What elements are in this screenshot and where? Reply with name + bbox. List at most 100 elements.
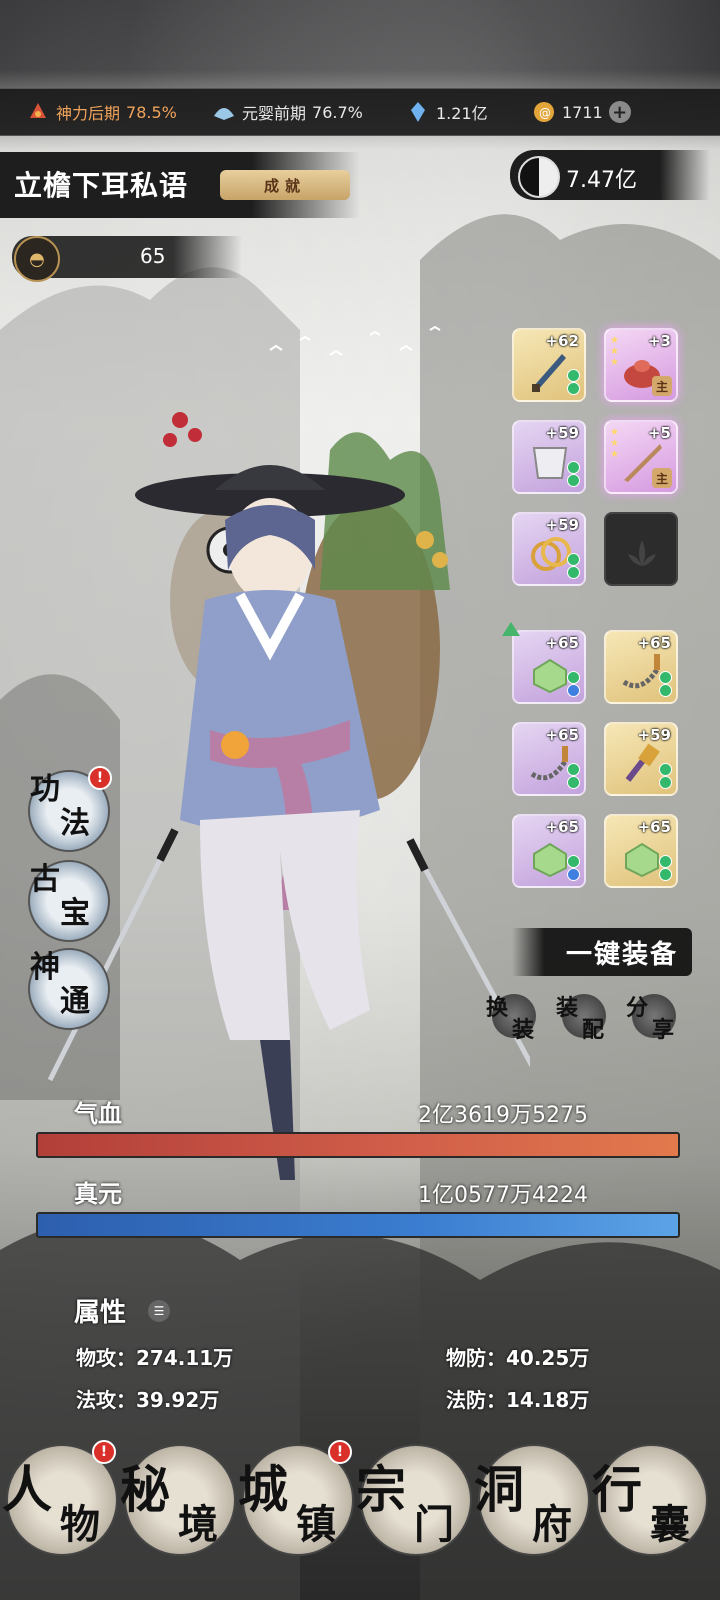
cultivation-realm-body[interactable]: 神力后期 78.5% bbox=[26, 99, 177, 125]
yinyang-icon bbox=[518, 156, 560, 198]
equipment-slot-flute[interactable]: +5 ★ ★ ★ 主 bbox=[604, 420, 678, 494]
attributes-detail-icon[interactable]: ☰ bbox=[148, 1300, 170, 1322]
nav-character[interactable]: 人 物 ! bbox=[2, 1440, 118, 1556]
equipment-slot-chain-whip[interactable]: +65 bbox=[604, 630, 678, 704]
equipment-slot-jade-seal[interactable]: +65 bbox=[512, 630, 586, 704]
combat-power-value: 7.47亿 bbox=[566, 168, 637, 193]
enhance-level: +65 bbox=[545, 634, 579, 652]
star-icon: ★ bbox=[610, 357, 619, 368]
skill-button-divine-arts[interactable]: 神 通 bbox=[28, 948, 110, 1030]
enhance-level: +59 bbox=[637, 726, 671, 744]
cultivation-value: 76.7% bbox=[312, 102, 363, 122]
equip-all-button[interactable]: 一键装备 bbox=[512, 928, 692, 976]
equipment-slot-chain-whip[interactable]: +65 bbox=[512, 722, 586, 796]
skill-char-2: 通 bbox=[60, 984, 90, 1019]
action-char-1: 装 bbox=[556, 995, 579, 1021]
nav-char-2: 境 bbox=[178, 1501, 218, 1548]
nav-char-1: 行 bbox=[592, 1460, 642, 1519]
nav-char-2: 府 bbox=[532, 1501, 572, 1548]
gem-icon bbox=[567, 671, 580, 684]
equipment-slot-jade-seal[interactable]: +65 bbox=[512, 814, 586, 888]
gem-icon bbox=[659, 671, 672, 684]
gem-icon bbox=[567, 474, 580, 487]
swap-gear-button[interactable]: 换 装 bbox=[486, 990, 546, 1043]
skill-char-2: 宝 bbox=[60, 896, 90, 931]
enhance-level: +65 bbox=[637, 634, 671, 652]
gem-icon bbox=[659, 684, 672, 697]
cultivation-realm-spirit[interactable]: 元婴前期 76.7% bbox=[212, 99, 363, 125]
enhance-level: +3 bbox=[647, 332, 671, 350]
star-icon: ★ bbox=[610, 438, 619, 449]
achievement-button[interactable]: 成就 bbox=[220, 170, 350, 200]
enhance-level: +65 bbox=[545, 818, 579, 836]
equipment-slot-armor[interactable]: +59 bbox=[512, 420, 586, 494]
mag-atk: 法攻：39.92万 bbox=[76, 1388, 220, 1412]
enhance-level: +65 bbox=[545, 726, 579, 744]
skill-char-1: 功 bbox=[30, 772, 60, 807]
lotus-slot-icon bbox=[618, 530, 666, 578]
nav-cave-dwelling[interactable]: 洞 府 bbox=[474, 1444, 590, 1556]
fan-icon bbox=[212, 100, 236, 124]
gem-icon bbox=[567, 855, 580, 868]
gem-icon bbox=[567, 461, 580, 474]
svg-text:@: @ bbox=[539, 106, 551, 120]
equipment-slot-lotus-slot[interactable] bbox=[604, 512, 678, 586]
nav-char-2: 囊 bbox=[650, 1501, 690, 1548]
enhance-level: +65 bbox=[637, 818, 671, 836]
bottom-navigation: 人 物 ! 秘 境 城 镇 ! 宗 门 洞 府 行 囊 bbox=[0, 1430, 720, 1600]
enhance-level: +5 bbox=[647, 424, 671, 442]
gem-icon bbox=[567, 868, 580, 881]
gem-icon bbox=[659, 855, 672, 868]
nav-sect[interactable]: 宗 门 bbox=[356, 1444, 472, 1556]
skill-button-treasures[interactable]: 古 宝 bbox=[28, 860, 110, 942]
star-icon: ★ bbox=[610, 427, 619, 438]
loadout-button[interactable]: 装 配 bbox=[556, 990, 616, 1043]
nav-town[interactable]: 城 镇 ! bbox=[238, 1440, 354, 1556]
gem-icon bbox=[659, 763, 672, 776]
player-name-bar: 立檐下耳私语 成就 bbox=[0, 152, 360, 218]
cultivation-label: 元婴前期 bbox=[242, 104, 307, 123]
gem-icon bbox=[567, 684, 580, 697]
notification-badge: ! bbox=[328, 1440, 352, 1464]
birds-decoration bbox=[269, 325, 441, 356]
equipment-slot-mace[interactable]: +59 bbox=[604, 722, 678, 796]
nav-char-2: 门 bbox=[414, 1501, 454, 1548]
nav-char-1: 人 bbox=[2, 1460, 52, 1519]
add-currency-button[interactable]: + bbox=[608, 101, 631, 123]
nav-secret-realm[interactable]: 秘 境 bbox=[120, 1444, 236, 1556]
flame-icon bbox=[26, 100, 50, 124]
skill-char-1: 古 bbox=[30, 862, 60, 897]
share-button[interactable]: 分 享 bbox=[626, 990, 686, 1043]
upgrade-arrow-icon bbox=[502, 622, 520, 636]
currency-counter[interactable]: @ 1711 + bbox=[532, 99, 631, 125]
hp-value: 2亿3619万5275 bbox=[418, 1103, 588, 1128]
cultivation-label: 神力后期 bbox=[56, 104, 121, 123]
equipment-slot-pouch[interactable]: +3 ★ ★ ★ 主 bbox=[604, 328, 678, 402]
phys-atk: 物攻：274.11万 bbox=[76, 1346, 234, 1370]
gem-icon bbox=[567, 566, 580, 579]
cultivation-value: 78.5% bbox=[126, 102, 177, 122]
level-display[interactable]: ◓ 65 bbox=[12, 236, 242, 282]
action-char-2: 享 bbox=[652, 1017, 675, 1043]
equipment-slot-rings[interactable]: +59 bbox=[512, 512, 586, 586]
star-icon: ★ bbox=[610, 335, 619, 346]
combat-power-display[interactable]: 7.47亿 bbox=[510, 150, 710, 200]
main-tag: 主 bbox=[652, 468, 672, 488]
hp-label: 气血 bbox=[74, 1099, 122, 1128]
nav-char-1: 洞 bbox=[474, 1460, 524, 1519]
spirit-stone-counter[interactable]: 1.21亿 bbox=[406, 99, 488, 125]
mag-def: 法防：14.18万 bbox=[446, 1388, 590, 1412]
nav-inventory[interactable]: 行 囊 bbox=[592, 1444, 708, 1556]
action-char-1: 分 bbox=[626, 995, 649, 1021]
equipment-slot-jade-seal[interactable]: +65 bbox=[604, 814, 678, 888]
player-name: 立檐下耳私语 bbox=[14, 169, 189, 202]
skill-char-1: 神 bbox=[30, 950, 60, 985]
mp-value: 1亿0577万4224 bbox=[418, 1183, 588, 1208]
gem-icon bbox=[567, 553, 580, 566]
skill-button-techniques[interactable]: 功 法 ! bbox=[28, 766, 112, 852]
enhance-level: +59 bbox=[545, 516, 579, 534]
crystal-icon bbox=[406, 100, 430, 124]
equipment-slot-dagger[interactable]: +62 bbox=[512, 328, 586, 402]
notification-badge: ! bbox=[88, 766, 112, 790]
mp-label: 真元 bbox=[74, 1179, 122, 1208]
